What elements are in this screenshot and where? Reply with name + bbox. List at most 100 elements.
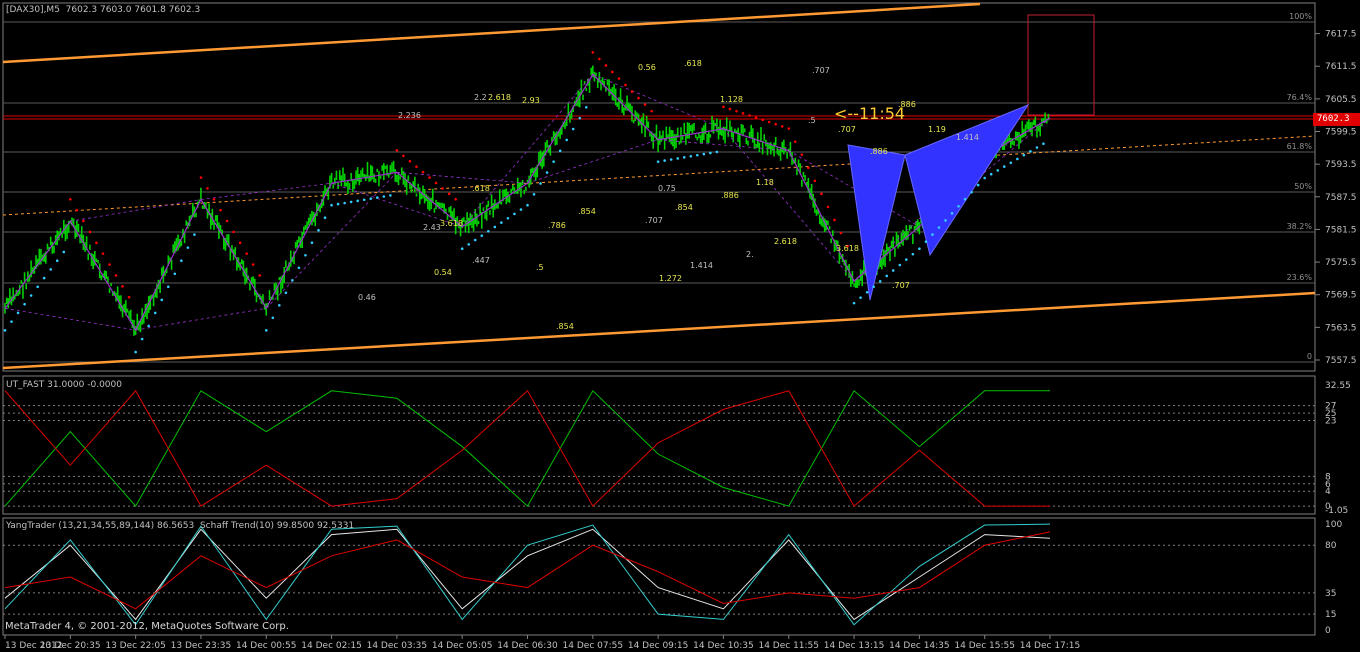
trail-dot xyxy=(460,247,464,251)
trail-dot xyxy=(741,112,745,115)
trail-dot xyxy=(669,158,673,161)
trail-dot xyxy=(101,252,105,255)
pattern-ratio-label: 0.56 xyxy=(638,63,656,72)
trail-dot xyxy=(402,154,405,158)
trail-dot xyxy=(49,268,53,271)
fib-level-label: 100% xyxy=(1289,12,1312,21)
trail-dot xyxy=(924,240,928,243)
pattern-ratio-label: .707 xyxy=(892,281,910,290)
trail-dot xyxy=(232,230,235,234)
time-axis-label: 14 Dec 09:15 xyxy=(628,641,689,651)
trail-dot xyxy=(29,294,33,297)
pattern-ratio-label: 1.18 xyxy=(756,178,774,187)
trail-dot xyxy=(336,202,340,206)
pattern-ratio-label: .854 xyxy=(675,203,693,212)
fib-level-label: 61.8% xyxy=(1287,142,1313,151)
trail-dot xyxy=(931,233,934,236)
pattern-ratio-label: 1.19 xyxy=(928,125,946,134)
pattern-ratio-label: 1.414 xyxy=(690,261,713,270)
trail-dot xyxy=(872,285,875,289)
pattern-ratio-label: 0.46 xyxy=(358,293,376,302)
trail-dot xyxy=(911,252,915,256)
pattern-ratio-label: 3.618 xyxy=(440,219,463,228)
pattern-ratio-label: .786 xyxy=(548,221,566,230)
trail-dot xyxy=(637,96,640,100)
trail-dot xyxy=(584,105,588,109)
fib-level-label: 50% xyxy=(1294,182,1312,191)
pattern-ratio-label: 2.93 xyxy=(522,96,540,105)
yangtrader-line xyxy=(4,523,1051,626)
pattern-ratio-label: .707 xyxy=(812,66,830,75)
yangtrader-axis-label: 100 xyxy=(1325,520,1342,530)
price-axis-label: 7575.5 xyxy=(1325,258,1357,268)
price-axis-label: 7617.5 xyxy=(1325,30,1357,40)
trail-dot xyxy=(656,160,660,163)
trail-dot xyxy=(1022,153,1026,157)
trail-dot xyxy=(807,166,810,170)
trail-dot xyxy=(571,127,575,131)
ut-fast-layer[interactable] xyxy=(3,389,1315,507)
chart-frame: 100%76.4%61.8%50%38.2%23.6%02.2362.618 2.… xyxy=(2,2,1357,651)
trail-dot xyxy=(989,172,993,176)
time-axis-label: 14 Dec 07:55 xyxy=(563,641,624,651)
yangtrader-layer[interactable] xyxy=(3,523,1315,626)
trail-dot xyxy=(88,230,92,234)
trail-dot xyxy=(513,212,516,216)
pattern-line xyxy=(70,199,202,222)
trail-dot xyxy=(963,197,967,201)
pattern-ratio-label: 1.128 xyxy=(720,95,743,104)
trail-dot xyxy=(310,241,314,245)
time-axis-label: 13 Dec 20:35 xyxy=(40,641,101,651)
pattern-line xyxy=(200,182,332,200)
trail-dot xyxy=(970,190,973,194)
trail-dot xyxy=(839,231,843,235)
trail-dot xyxy=(199,176,203,179)
trail-dot xyxy=(519,208,523,211)
trail-dot xyxy=(630,90,634,93)
pattern-ratio-label: 2.43 xyxy=(423,223,441,232)
trail-dot xyxy=(813,179,817,183)
trail-dot xyxy=(75,208,79,212)
trail-dot xyxy=(16,311,20,315)
trail-dot xyxy=(428,176,431,179)
price-axis-label: 7569.5 xyxy=(1325,291,1357,301)
trail-dot xyxy=(69,197,72,201)
time-axis-label: 13 Dec 22:05 xyxy=(105,641,166,651)
pattern-ratio-label: .5 xyxy=(536,263,544,272)
trail-dot xyxy=(291,278,294,282)
trail-dot xyxy=(441,187,444,190)
trail-dot xyxy=(245,252,248,255)
pattern-ratio-label: .854 xyxy=(556,322,574,331)
trail-dot xyxy=(852,301,856,305)
trail-dot xyxy=(225,219,229,223)
trail-dot xyxy=(480,234,484,237)
trail-dot xyxy=(264,329,268,332)
pattern-ratio-label: .707 xyxy=(838,125,856,134)
trail-dot xyxy=(62,250,66,254)
ut-fast-axis-label: 23 xyxy=(1325,417,1336,427)
pattern-ratio-label: 2. xyxy=(746,250,754,259)
trail-dot xyxy=(598,57,601,61)
trail-dot xyxy=(865,290,869,294)
trail-dot xyxy=(147,324,150,328)
price-axis-label: 7581.5 xyxy=(1325,225,1357,235)
trail-dot xyxy=(323,216,327,220)
time-axis-label: 13 Dec 23:35 xyxy=(171,641,232,651)
trail-dot xyxy=(591,51,595,54)
main-chart-layer[interactable]: 100%76.4%61.8%50%38.2%23.6%02.2362.618 2.… xyxy=(2,2,1316,370)
trail-dot xyxy=(1016,157,1019,161)
trail-dot xyxy=(643,103,647,106)
bar-countdown: <--11:54 xyxy=(834,104,906,123)
price-axis-label: 7563.5 xyxy=(1325,323,1357,333)
trail-dot xyxy=(271,316,275,320)
trail-dot xyxy=(833,218,836,222)
trail-dot xyxy=(735,109,738,113)
yangtrader-axis-label: 35 xyxy=(1325,589,1336,599)
pattern-ratio-label: 1.414 xyxy=(956,133,979,142)
trail-dot xyxy=(180,259,183,262)
trail-dot xyxy=(23,302,26,306)
price-axis-label: 7611.5 xyxy=(1325,62,1357,72)
trail-dot xyxy=(983,176,986,180)
price-axis-label: 7557.5 xyxy=(1325,356,1357,366)
pattern-ratio-label: 2.618 xyxy=(488,93,511,102)
